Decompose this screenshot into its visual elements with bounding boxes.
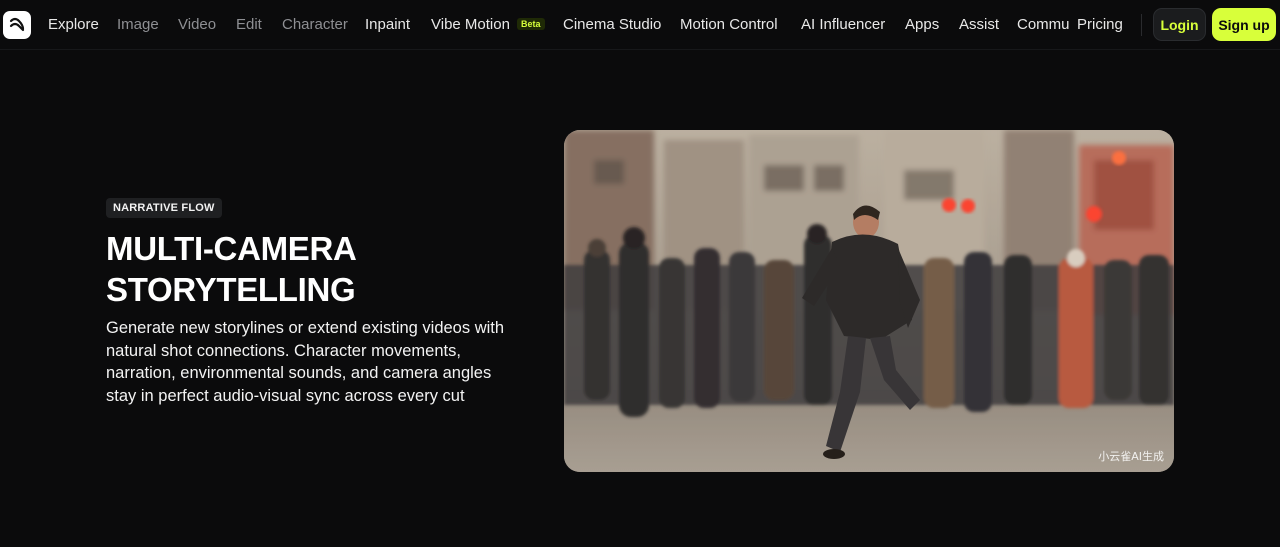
nav-divider bbox=[1141, 14, 1142, 36]
nav-item-pricing[interactable]: Pricing bbox=[1077, 15, 1123, 34]
beta-badge: Beta bbox=[517, 18, 545, 30]
signup-button[interactable]: Sign up bbox=[1212, 8, 1276, 41]
nav-item-assist[interactable]: Assist bbox=[959, 15, 999, 34]
nav-item-ai-influencer[interactable]: AI Influencer bbox=[801, 15, 885, 34]
nav-item-community[interactable]: Commu bbox=[1017, 15, 1069, 34]
nav-item-vibe-motion[interactable]: Vibe Motion bbox=[431, 15, 510, 34]
login-button[interactable]: Login bbox=[1153, 8, 1206, 41]
hero-video-preview[interactable]: 小云雀AI生成 bbox=[564, 130, 1174, 472]
brand-logo-icon[interactable] bbox=[3, 11, 31, 39]
video-watermark: 小云雀AI生成 bbox=[1098, 450, 1164, 463]
nav-item-motion-control[interactable]: Motion Control bbox=[680, 15, 778, 34]
top-navigation-bar: Explore Image Video Edit Character Inpai… bbox=[0, 0, 1280, 50]
nav-item-inpaint[interactable]: Inpaint bbox=[365, 15, 410, 34]
nav-item-cinema-studio[interactable]: Cinema Studio bbox=[563, 15, 661, 34]
nav-item-explore[interactable]: Explore bbox=[48, 15, 99, 34]
section-tag: NARRATIVE FLOW bbox=[106, 198, 222, 218]
nav-item-character[interactable]: Character bbox=[282, 15, 348, 34]
hero-title-line-2: STORYTELLING bbox=[106, 271, 356, 308]
hero-title: MULTI-CAMERA STORYTELLING bbox=[106, 228, 526, 310]
hero-description: Generate new storylines or extend existi… bbox=[106, 319, 505, 405]
video-frame-image bbox=[564, 130, 1174, 472]
nav-item-apps[interactable]: Apps bbox=[905, 15, 939, 34]
nav-item-video[interactable]: Video bbox=[178, 15, 216, 34]
logo-glyph-icon bbox=[9, 17, 25, 32]
nav-item-edit[interactable]: Edit bbox=[236, 15, 262, 34]
hero-title-line-1: MULTI-CAMERA bbox=[106, 230, 357, 267]
nav-item-image[interactable]: Image bbox=[117, 15, 159, 34]
